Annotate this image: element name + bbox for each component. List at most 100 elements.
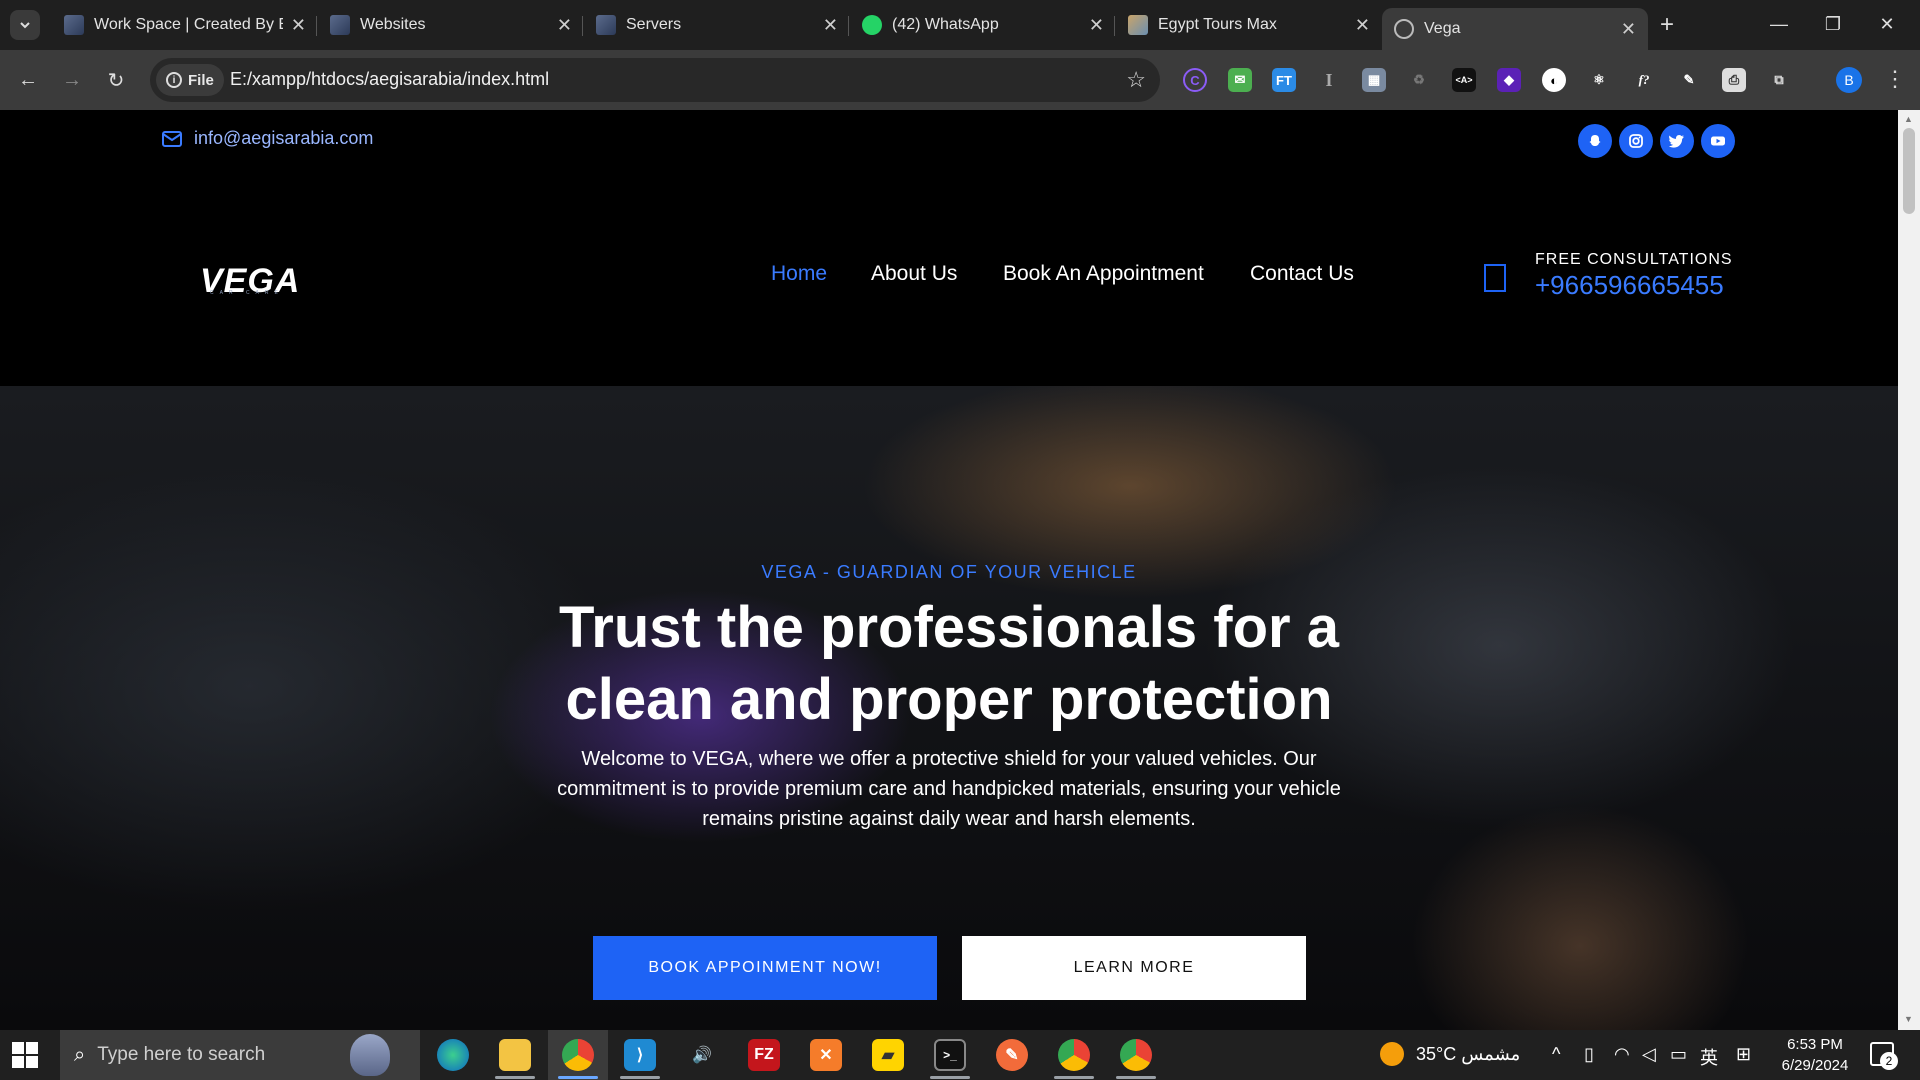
snapchat-link[interactable] bbox=[1578, 124, 1612, 158]
site-info-chip[interactable]: i File bbox=[156, 64, 224, 96]
search-highlight-icon bbox=[350, 1034, 390, 1076]
extension-pen-icon[interactable]: ✎ bbox=[1677, 68, 1701, 92]
tab-label: Vega bbox=[1424, 20, 1461, 37]
volume-icon[interactable]: ◁ bbox=[1642, 1044, 1656, 1065]
instagram-icon bbox=[1629, 134, 1643, 148]
notification-count: 2 bbox=[1880, 1052, 1898, 1070]
tab-whatsapp[interactable]: (42) WhatsApp ✕ bbox=[850, 8, 1116, 42]
device-icon[interactable]: ▯ bbox=[1584, 1044, 1594, 1065]
extension-layers-icon[interactable]: ◆ bbox=[1497, 68, 1521, 92]
extension-mail-icon[interactable]: ✉ bbox=[1228, 68, 1252, 92]
windows-start-button[interactable] bbox=[12, 1042, 38, 1068]
extension-printer-icon[interactable]: ⎙ bbox=[1722, 68, 1746, 92]
postman-icon[interactable]: ✎ bbox=[996, 1039, 1028, 1071]
whatsapp-icon bbox=[862, 15, 882, 35]
extension-text-cursor-icon[interactable]: I bbox=[1317, 68, 1341, 92]
back-button[interactable]: ← bbox=[12, 64, 44, 96]
close-tab-icon[interactable]: ✕ bbox=[1089, 15, 1104, 36]
extension-function-icon[interactable]: f? bbox=[1632, 68, 1656, 92]
close-tab-icon[interactable]: ✕ bbox=[557, 15, 572, 36]
contact-email[interactable]: info@aegisarabia.com bbox=[162, 128, 373, 149]
chrome-profile-icon[interactable] bbox=[1058, 1039, 1090, 1071]
file-explorer-icon[interactable] bbox=[499, 1039, 531, 1071]
close-window-button[interactable]: ✕ bbox=[1864, 8, 1910, 40]
nav-book-appointment[interactable]: Book An Appointment bbox=[1003, 262, 1204, 286]
ime-indicator[interactable]: 英 bbox=[1700, 1044, 1718, 1070]
tab-egypt-tours[interactable]: Egypt Tours Max ✕ bbox=[1116, 8, 1382, 42]
system-clock[interactable]: 6:53 PM 6/29/2024 bbox=[1770, 1034, 1860, 1076]
address-bar[interactable]: i File E:/xampp/htdocs/aegisarabia/index… bbox=[150, 58, 1160, 102]
learn-more-button[interactable]: LEARN MORE bbox=[962, 936, 1306, 1000]
hero-tagline: VEGA - GUARDIAN OF YOUR VEHICLE bbox=[761, 562, 1137, 582]
chip-label: File bbox=[188, 71, 214, 89]
sticky-notes-icon[interactable]: ▰ bbox=[872, 1039, 904, 1071]
chrome-profile-icon[interactable] bbox=[1120, 1039, 1152, 1071]
vscode-icon[interactable]: ⟩ bbox=[624, 1039, 656, 1071]
nav-about-us[interactable]: About Us bbox=[871, 262, 957, 286]
terminal-icon[interactable]: >_ bbox=[934, 1039, 966, 1071]
scroll-down-icon[interactable]: ▼ bbox=[1904, 1014, 1913, 1024]
minimize-button[interactable]: — bbox=[1756, 8, 1802, 40]
extension-ft-icon[interactable]: FT bbox=[1272, 68, 1296, 92]
extension-code-icon[interactable]: <A> bbox=[1452, 68, 1476, 92]
weather-sun-icon[interactable] bbox=[1380, 1042, 1404, 1066]
tab-label: (42) WhatsApp bbox=[892, 16, 999, 33]
battery-icon[interactable]: ▭ bbox=[1670, 1044, 1687, 1065]
tab-label: Work Space | Created By E bbox=[94, 16, 283, 33]
restore-button[interactable]: ❐ bbox=[1810, 8, 1856, 40]
tab-search-button[interactable] bbox=[10, 10, 40, 40]
running-indicator bbox=[1116, 1076, 1156, 1079]
browser-menu-icon[interactable]: ⋮ bbox=[1884, 66, 1906, 92]
extension-recycle-icon[interactable]: ♻ bbox=[1407, 68, 1431, 92]
twitter-link[interactable] bbox=[1660, 124, 1694, 158]
scroll-thumb[interactable] bbox=[1903, 128, 1915, 214]
extension-c-icon[interactable]: C bbox=[1183, 68, 1207, 92]
new-tab-button[interactable]: + bbox=[1652, 10, 1682, 40]
logo-tagline: CAR CARE bbox=[210, 290, 284, 296]
wifi-icon[interactable]: ◠ bbox=[1614, 1044, 1630, 1065]
workspace-icon bbox=[64, 15, 84, 35]
extension-react-icon[interactable]: ⚛ bbox=[1587, 68, 1611, 92]
close-tab-icon[interactable]: ✕ bbox=[1355, 15, 1370, 36]
page-scrollbar[interactable]: ▲ ▼ bbox=[1898, 110, 1920, 1030]
edge-icon[interactable] bbox=[437, 1039, 469, 1071]
close-tab-icon[interactable]: ✕ bbox=[823, 15, 838, 36]
chrome-icon[interactable] bbox=[562, 1039, 594, 1071]
weather-text[interactable]: 35°C مشمس bbox=[1416, 1044, 1520, 1065]
tab-websites[interactable]: Websites ✕ bbox=[318, 8, 584, 42]
tours-icon bbox=[1128, 15, 1148, 35]
chevron-up-icon[interactable]: ^ bbox=[1552, 1044, 1560, 1065]
close-tab-icon[interactable]: ✕ bbox=[291, 15, 306, 36]
extensions-puzzle-icon[interactable]: ⧉ bbox=[1767, 68, 1791, 92]
extension-grid-icon[interactable]: ▦ bbox=[1362, 68, 1386, 92]
scroll-up-icon[interactable]: ▲ bbox=[1904, 114, 1913, 124]
youtube-link[interactable] bbox=[1701, 124, 1735, 158]
nav-home[interactable]: Home bbox=[771, 262, 827, 286]
tab-label: Websites bbox=[360, 16, 426, 33]
book-appointment-button[interactable]: BOOK APPOINMENT NOW! bbox=[593, 936, 937, 1000]
clock-date: 6/29/2024 bbox=[1781, 1057, 1849, 1074]
filezilla-icon[interactable]: FZ bbox=[748, 1039, 780, 1071]
tab-label: Servers bbox=[626, 16, 682, 33]
close-tab-icon[interactable]: ✕ bbox=[1621, 19, 1636, 40]
nav-contact-us[interactable]: Contact Us bbox=[1250, 262, 1354, 286]
speaker-app-icon[interactable]: 🔊 bbox=[686, 1039, 718, 1071]
reload-button[interactable]: ↻ bbox=[100, 64, 132, 96]
tab-workspace[interactable]: Work Space | Created By E ✕ bbox=[52, 8, 318, 42]
tab-vega[interactable]: Vega ✕ bbox=[1382, 8, 1648, 50]
instagram-link[interactable] bbox=[1619, 124, 1653, 158]
tab-servers[interactable]: Servers ✕ bbox=[584, 8, 850, 42]
bookmark-star-icon[interactable]: ☆ bbox=[1126, 67, 1146, 93]
hero-description: Welcome to VEGA, where we offer a protec… bbox=[557, 748, 1341, 830]
input-grid-icon[interactable]: ⊞ bbox=[1736, 1044, 1751, 1065]
extension-circle-icon[interactable]: ◐ bbox=[1542, 68, 1566, 92]
consult-phone[interactable]: +966596665455 bbox=[1535, 270, 1724, 301]
running-indicator bbox=[558, 1076, 598, 1079]
search-placeholder: Type here to search bbox=[97, 1044, 266, 1065]
running-indicator bbox=[620, 1076, 660, 1079]
forward-button[interactable]: → bbox=[56, 64, 88, 96]
xampp-icon[interactable]: ✕ bbox=[810, 1039, 842, 1071]
taskbar-search[interactable]: ⌕ Type here to search bbox=[60, 1030, 420, 1080]
profile-avatar[interactable]: B bbox=[1836, 67, 1862, 93]
url-text[interactable]: E:/xampp/htdocs/aegisarabia/index.html bbox=[230, 69, 549, 90]
